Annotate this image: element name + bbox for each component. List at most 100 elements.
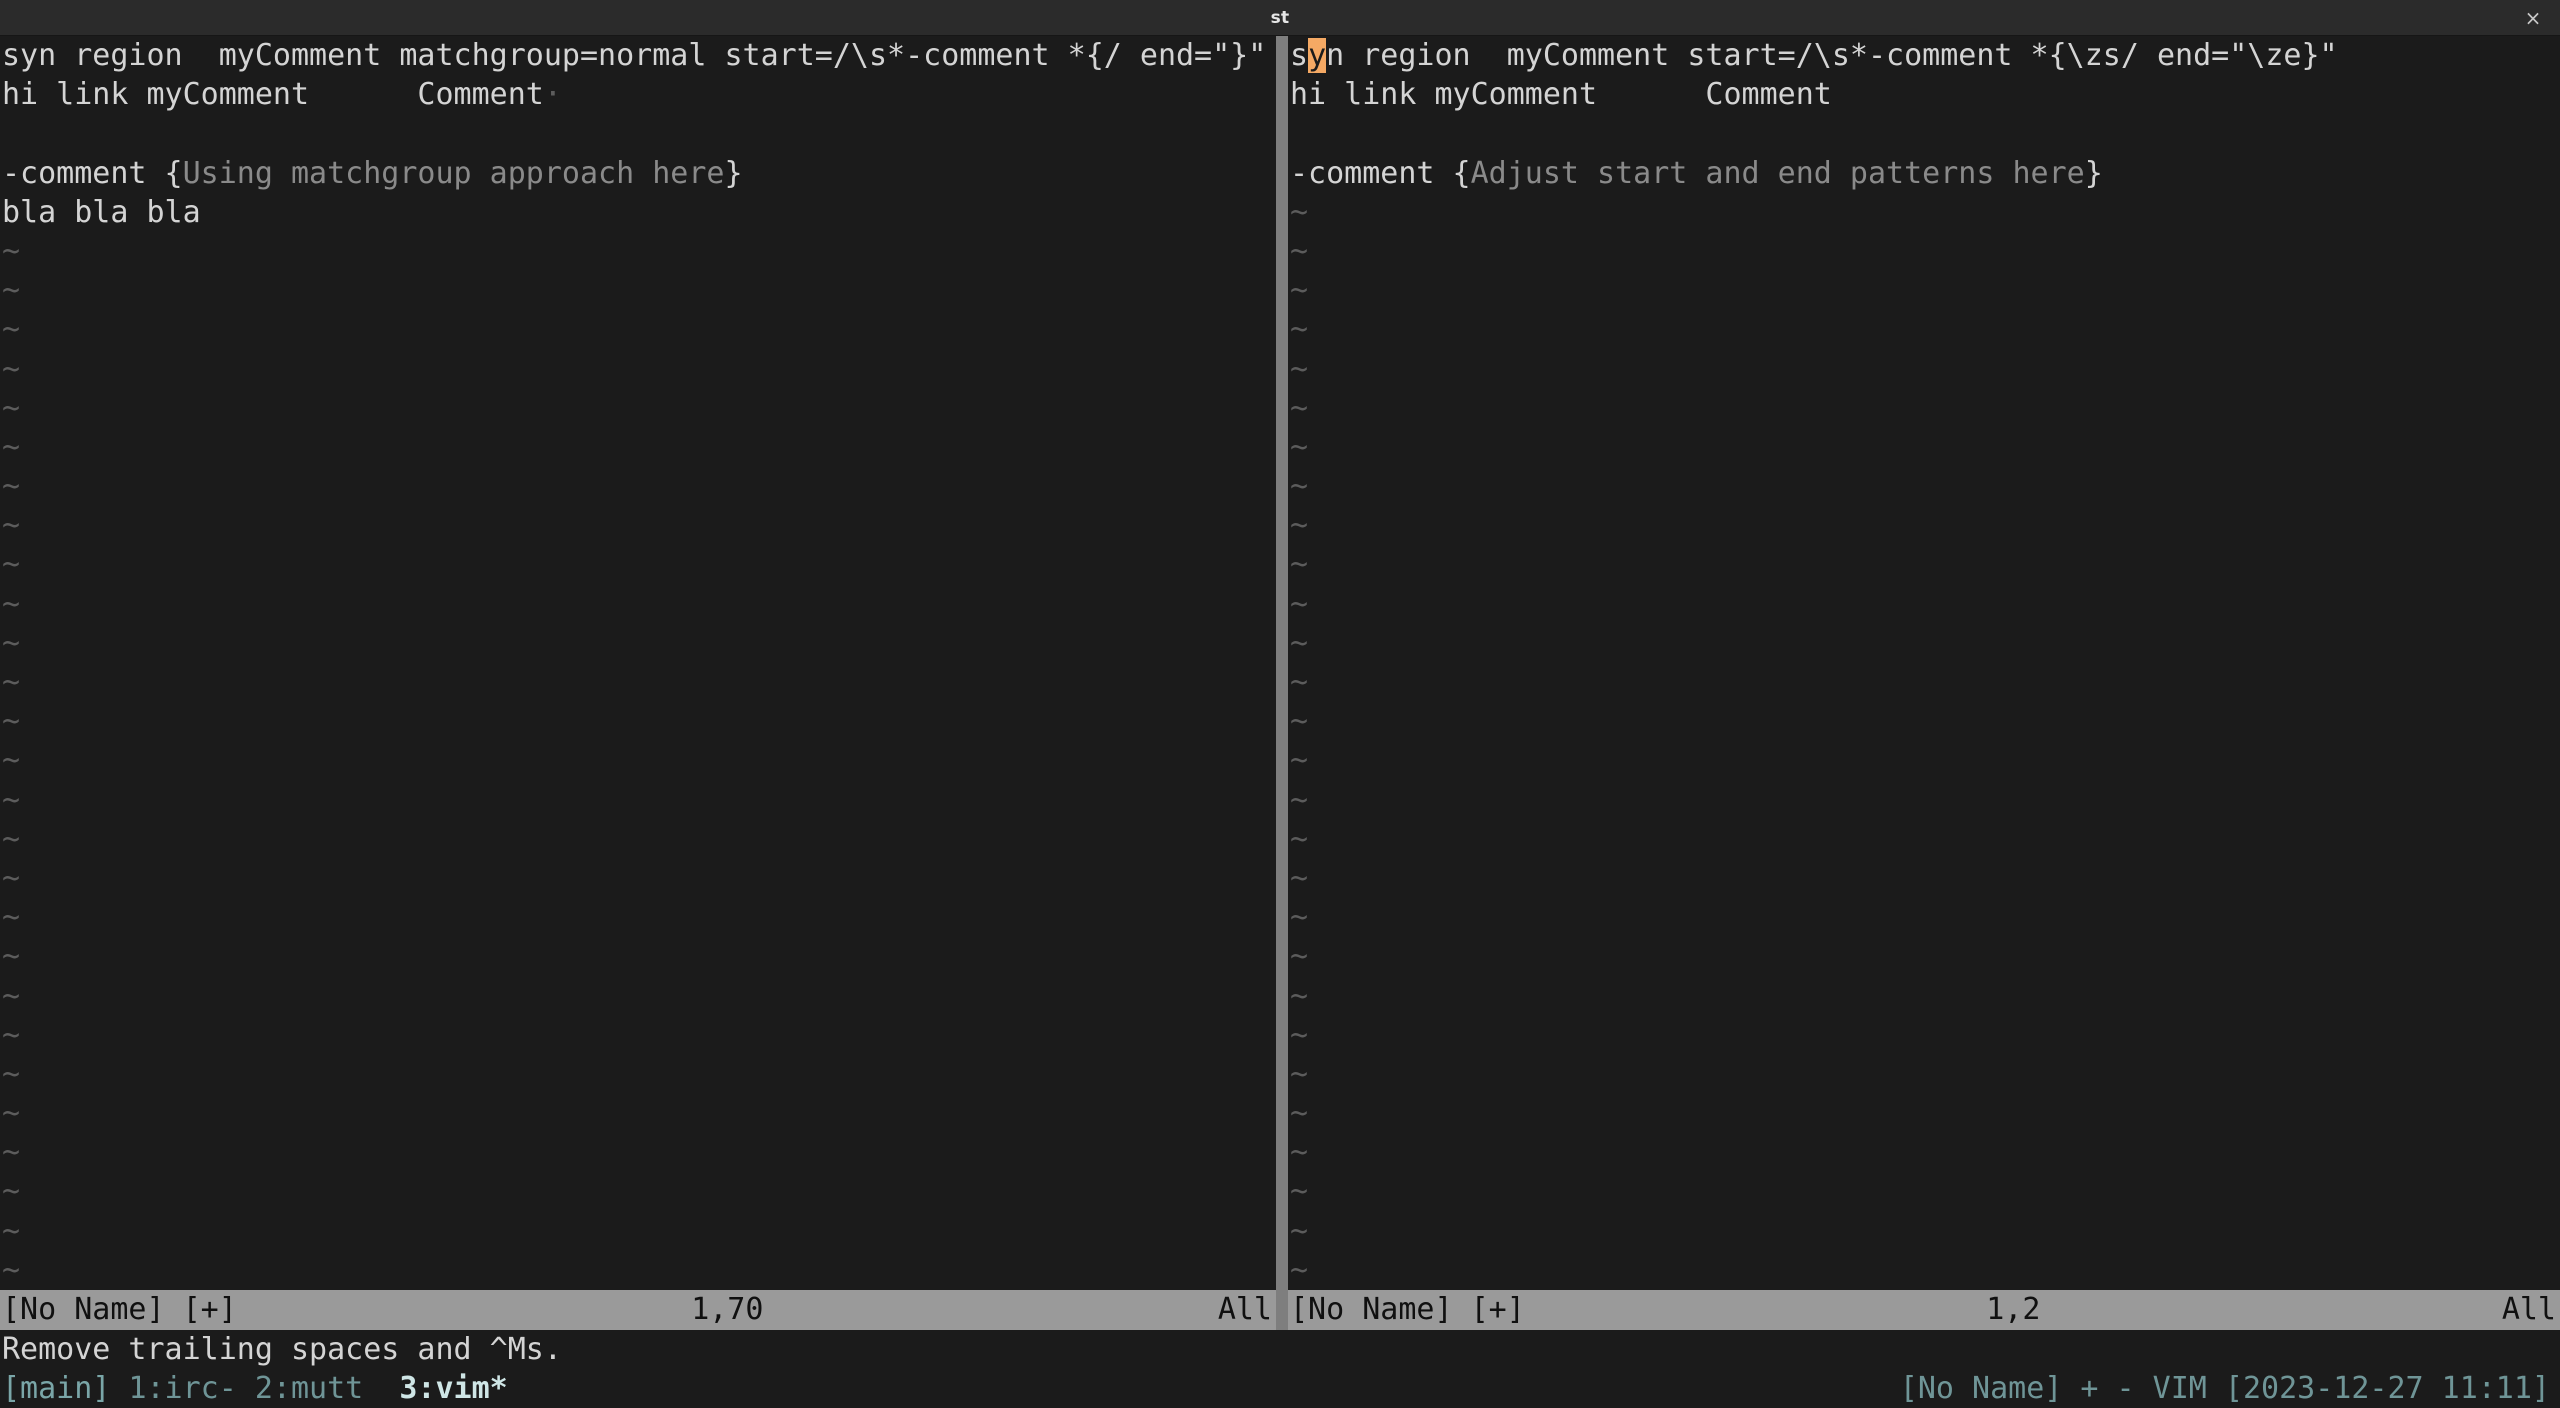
buffer-filler-line: ~: [1290, 273, 1309, 309]
buffer-filler-line: ~: [2, 1056, 21, 1092]
comment-inner-text: Adjust start and end patterns here: [1470, 155, 2085, 191]
vim-buffer-right[interactable]: syn region myComment start=/\s*-comment …: [1288, 36, 2560, 1291]
buffer-text: }: [724, 155, 743, 191]
buffer-filler-line: ~: [2, 1135, 21, 1171]
buffer-filler-line: ~: [1290, 782, 1309, 818]
buffer-line: -comment {Adjust start and end patterns …: [1288, 154, 2560, 193]
tmux-window-separator: [110, 1371, 128, 1406]
buffer-filler-line: ~: [2, 939, 21, 975]
buffer-filler-line: ~: [2, 704, 21, 740]
buffer-filler-line: ~: [1290, 351, 1309, 387]
trailing-space-marker: ·: [543, 77, 562, 113]
buffer-filler-line: ~: [2, 1096, 21, 1132]
buffer-line: [0, 114, 1276, 153]
tmux-window-separator: [363, 1371, 399, 1406]
terminal-content: syn region myComment matchgroup=normal s…: [0, 36, 2560, 1408]
buffer-filler-line: ~: [2, 625, 21, 661]
buffer-filler-line: ~: [2, 1017, 21, 1053]
buffer-filler-line: ~: [1290, 312, 1309, 348]
buffer-filler-line: ~: [2, 978, 21, 1014]
buffer-filler-line: ~: [1290, 1056, 1309, 1092]
buffer-filler-line: ~: [2, 665, 21, 700]
vim-vertical-split-bar[interactable]: [1276, 36, 1288, 1330]
terminal-window: st × syn region myComment matchgroup=nor…: [0, 0, 2560, 1408]
buffer-filler-line: ~: [1290, 1096, 1309, 1132]
buffer-filler-line: ~: [1290, 1213, 1309, 1249]
buffer-filler-line: ~: [2, 469, 21, 505]
buffer-line: hi link myComment Comment·: [0, 75, 1276, 114]
buffer-filler-line: ~: [1290, 1174, 1309, 1210]
tmux-session-name: [main]: [2, 1370, 111, 1406]
buffer-filler-line: ~: [1290, 704, 1309, 740]
tmux-status-right: [No Name] + - VIM [2023-12-27 11:11]: [1899, 1370, 2550, 1406]
buffer-filler-line: ~: [1290, 429, 1309, 465]
buffer-filler-line: ~: [1290, 625, 1309, 661]
buffer-filler-line: ~: [1290, 900, 1309, 936]
buffer-filler-line: ~: [2, 1213, 21, 1249]
buffer-filler-line: ~: [2, 782, 21, 818]
statusline-scroll-left: All: [1217, 1292, 1272, 1328]
buffer-line: -comment {Using matchgroup approach here…: [0, 154, 1276, 193]
buffer-filler-line: ~: [2, 900, 21, 936]
comment-inner-text: Using matchgroup approach here: [182, 155, 725, 191]
statusline-position-right: 1,2: [1986, 1292, 2041, 1328]
buffer-line: [1288, 114, 2560, 153]
buffer-filler-line: ~: [1290, 586, 1309, 622]
tmux-window[interactable]: 1:irc-: [128, 1371, 236, 1406]
buffer-filler-line: ~: [1290, 665, 1309, 700]
buffer-filler-line: ~: [2, 743, 21, 779]
buffer-filler-line: ~: [2, 547, 21, 583]
buffer-filler-line: ~: [2, 586, 21, 622]
buffer-text: hi link myComment Comment: [2, 77, 544, 113]
buffer-line: bla bla bla: [0, 193, 1276, 232]
buffer-filler-line: ~: [2, 821, 21, 857]
buffer-filler-line: ~: [1290, 1252, 1309, 1288]
buffer-filler-line: ~: [1290, 939, 1309, 975]
buffer-text: hi link myComment Comment: [1290, 77, 1832, 113]
tmux-window[interactable]: 2:mutt: [255, 1371, 363, 1406]
buffer-filler-line: ~: [1290, 821, 1309, 857]
buffer-filler-line: ~: [1290, 508, 1309, 544]
vim-cursor: y: [1308, 38, 1327, 73]
buffer-text: }: [2084, 155, 2103, 191]
tmux-window-active[interactable]: 3:vim*: [399, 1371, 507, 1406]
buffer-filler-line: ~: [2, 233, 21, 269]
buffer-filler-line: ~: [2, 273, 21, 309]
buffer-text: syn region myComment matchgroup=normal s…: [2, 38, 1267, 73]
buffer-text: -comment {: [1290, 155, 1471, 191]
buffer-filler-line: ~: [1290, 390, 1309, 426]
vim-pane-right[interactable]: syn region myComment start=/\s*-comment …: [1288, 36, 2560, 1330]
buffer-filler-line: ~: [2, 860, 21, 896]
buffer-filler-line: ~: [2, 1174, 21, 1210]
vim-message-line: Remove trailing spaces and ^Ms.: [0, 1329, 2560, 1369]
buffer-line: syn region myComment start=/\s*-comment …: [1288, 36, 2560, 75]
vim-pane-left[interactable]: syn region myComment matchgroup=normal s…: [0, 36, 1276, 1330]
window-titlebar: st ×: [0, 0, 2560, 36]
buffer-line: hi link myComment Comment: [1288, 75, 2560, 114]
buffer-filler-line: ~: [2, 351, 21, 387]
buffer-filler-line: ~: [1290, 1017, 1309, 1053]
statusline-position-left: 1,70: [691, 1292, 764, 1328]
buffer-filler-line: ~: [1290, 233, 1309, 269]
buffer-text: -comment {: [2, 155, 183, 191]
buffer-filler-line: ~: [2, 390, 21, 426]
buffer-filler-line: ~: [1290, 860, 1309, 896]
vim-pane-container: syn region myComment matchgroup=normal s…: [0, 36, 2560, 1330]
buffer-text: s: [1290, 38, 1309, 73]
vim-buffer-left[interactable]: syn region myComment matchgroup=normal s…: [0, 36, 1276, 1291]
buffer-filler-line: ~: [1290, 194, 1309, 230]
tmux-status-bar: [main] 1:irc- 2:mutt 3:vim* [No Name] + …: [0, 1368, 2560, 1408]
buffer-text: n region myComment start=/\s*-comment *{…: [1326, 38, 2338, 73]
vim-statusline-right: [No Name] [+] 1,2 All: [1288, 1290, 2560, 1330]
window-title: st: [1270, 7, 1290, 28]
buffer-filler-line: ~: [1290, 547, 1309, 583]
statusline-filename-right: [No Name] [+]: [1290, 1292, 1525, 1328]
vim-statusline-left: [No Name] [+] 1,70 All: [0, 1290, 1276, 1330]
buffer-filler-line: ~: [1290, 469, 1309, 505]
statusline-scroll-right: All: [2501, 1292, 2556, 1328]
buffer-filler-line: ~: [2, 429, 21, 465]
buffer-text: bla bla bla: [2, 194, 201, 230]
buffer-filler-line: ~: [1290, 1135, 1309, 1171]
statusline-filename-left: [No Name] [+]: [2, 1292, 237, 1328]
close-icon[interactable]: ×: [2520, 5, 2546, 31]
